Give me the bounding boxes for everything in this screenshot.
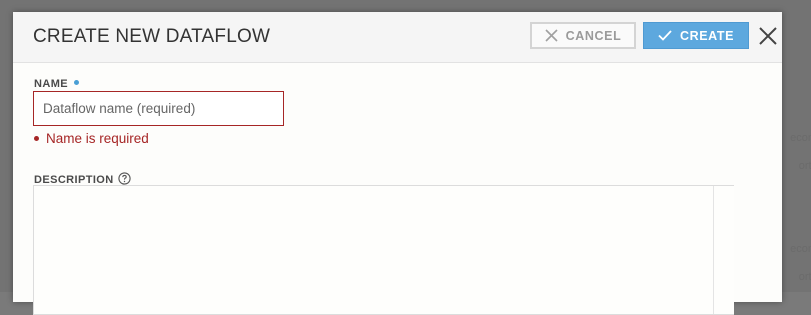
description-scrollbar[interactable]: [713, 186, 734, 314]
background-text-fragment: orti: [798, 160, 811, 172]
help-circle-icon[interactable]: [117, 172, 131, 185]
name-error-text: Name is required: [46, 131, 149, 146]
required-dot-icon: [74, 80, 79, 85]
create-button-label: CREATE: [679, 28, 735, 43]
dialog-title: CREATE NEW DATAFLOW: [33, 26, 271, 47]
background-text-fragment: orti: [798, 271, 811, 283]
error-bullet-icon: [34, 136, 39, 141]
dialog-header: CREATE NEW DATAFLOW CANCEL CREATE: [13, 12, 782, 63]
cancel-button[interactable]: CANCEL: [530, 22, 636, 49]
description-field-label: DESCRIPTION: [34, 172, 131, 186]
background-text-fragment: econ: [790, 132, 811, 144]
create-dataflow-dialog: CREATE NEW DATAFLOW CANCEL CREATE NAME N…: [13, 12, 782, 315]
background-text-fragment: econ: [790, 243, 811, 255]
x-icon: [545, 29, 558, 42]
name-label-text: NAME: [34, 78, 68, 90]
name-input[interactable]: [33, 91, 284, 126]
cancel-button-label: CANCEL: [565, 28, 622, 43]
create-button[interactable]: CREATE: [643, 22, 749, 49]
name-field-label: NAME: [34, 78, 79, 90]
check-icon: [658, 30, 672, 41]
description-textarea[interactable]: [33, 185, 734, 315]
close-icon[interactable]: [757, 25, 779, 47]
name-error-message: Name is required: [34, 131, 149, 146]
